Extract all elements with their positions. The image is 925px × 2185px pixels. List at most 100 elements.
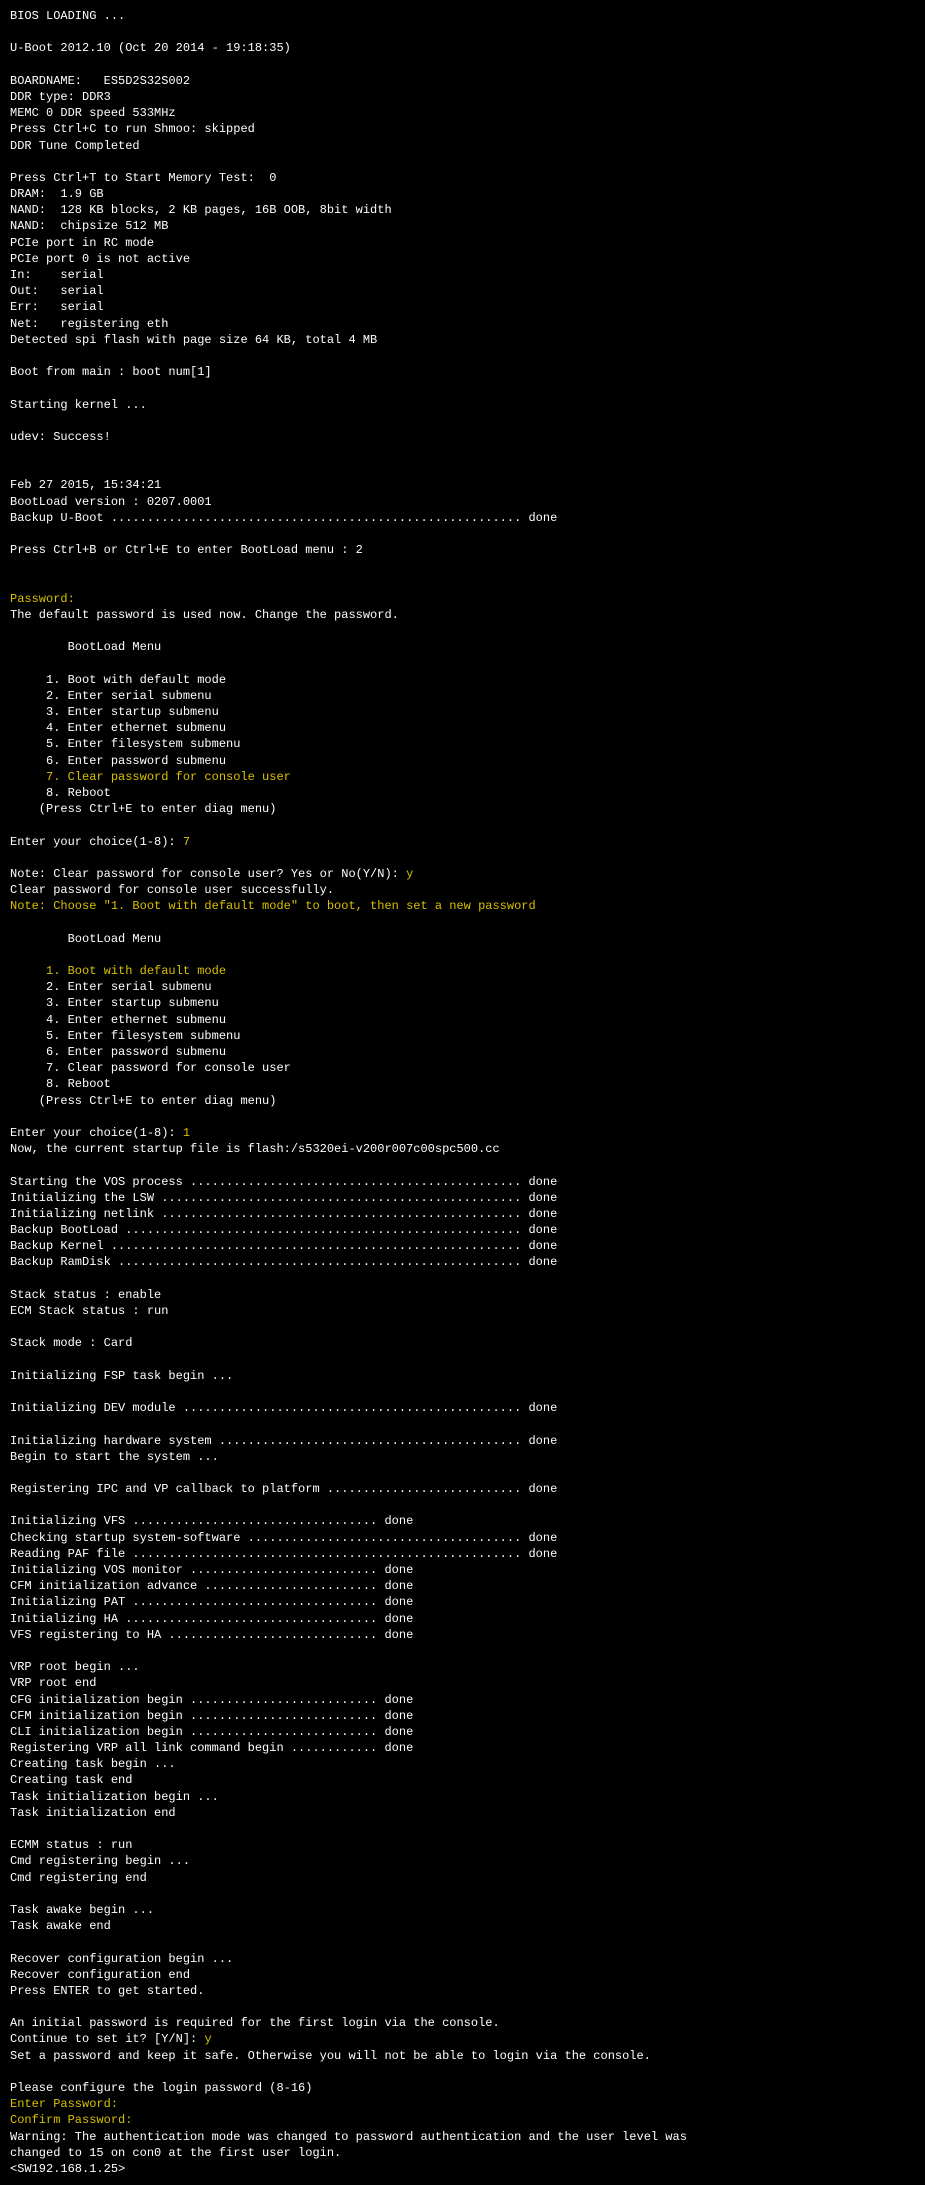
terminal-line: Initializing VFS .......................… xyxy=(10,1514,413,1528)
terminal-line: Clear password for console user successf… xyxy=(10,883,334,897)
terminal-line: Boot from main : boot num[1] xyxy=(10,365,212,379)
terminal-line: 5. Enter filesystem submenu xyxy=(10,1029,240,1043)
terminal-line: CLI initialization begin ...............… xyxy=(10,1725,413,1739)
terminal-line: PCIe port 0 is not active xyxy=(10,252,190,266)
terminal-line: Recover configuration end xyxy=(10,1968,190,1982)
terminal-line: Out: serial xyxy=(10,284,104,298)
terminal-span: y xyxy=(204,2032,211,2046)
terminal-line: 2. Enter serial submenu xyxy=(10,689,212,703)
terminal-line: Cmd registering begin ... xyxy=(10,1854,190,1868)
terminal-line: Set a password and keep it safe. Otherwi… xyxy=(10,2049,651,2063)
terminal-line: Backup RamDisk .........................… xyxy=(10,1255,557,1269)
terminal-span: 7 xyxy=(183,835,190,849)
terminal-line: Press Ctrl+C to run Shmoo: skipped xyxy=(10,122,255,136)
terminal-span: Note: Clear password for console user? Y… xyxy=(10,867,406,881)
terminal-line: Warning: The authentication mode was cha… xyxy=(10,2130,687,2144)
terminal-line: 5. Enter filesystem submenu xyxy=(10,737,240,751)
terminal-line: Err: serial xyxy=(10,300,104,314)
terminal-line: VRP root begin ... xyxy=(10,1660,140,1674)
terminal-line: Stack status : enable xyxy=(10,1288,161,1302)
terminal-line: Begin to start the system ... xyxy=(10,1450,219,1464)
terminal-line: 3. Enter startup submenu xyxy=(10,996,219,1010)
terminal-line: Feb 27 2015, 15:34:21 xyxy=(10,478,161,492)
terminal-line: Enter Password: xyxy=(10,2097,118,2111)
terminal-line: MEMC 0 DDR speed 533MHz xyxy=(10,106,176,120)
terminal-line: Initializing hardware system ...........… xyxy=(10,1434,557,1448)
terminal-line: Recover configuration begin ... xyxy=(10,1952,233,1966)
terminal-line: <SW192.168.1.25> xyxy=(10,2162,125,2176)
terminal-line: Press Ctrl+T to Start Memory Test: 0 xyxy=(10,171,276,185)
terminal-line: changed to 15 on con0 at the first user … xyxy=(10,2146,341,2160)
terminal-line: Reading PAF file .......................… xyxy=(10,1547,557,1561)
terminal-line: BootLoad version : 0207.0001 xyxy=(10,495,212,509)
terminal-line: (Press Ctrl+E to enter diag menu) xyxy=(10,1094,276,1108)
terminal-line: Creating task begin ... xyxy=(10,1757,176,1771)
terminal-line: DRAM: 1.9 GB xyxy=(10,187,104,201)
terminal-line: 3. Enter startup submenu xyxy=(10,705,219,719)
terminal-line: U-Boot 2012.10 (Oct 20 2014 - 19:18:35) xyxy=(10,41,291,55)
terminal-line: Confirm Password: xyxy=(10,2113,132,2127)
terminal-line: ECM Stack status : run xyxy=(10,1304,168,1318)
terminal-line: Registering VRP all link command begin .… xyxy=(10,1741,413,1755)
terminal-line: Initializing the LSW ...................… xyxy=(10,1191,557,1205)
terminal-line: PCIe port in RC mode xyxy=(10,236,154,250)
terminal-line: Detected spi flash with page size 64 KB,… xyxy=(10,333,377,347)
terminal-line: Net: registering eth xyxy=(10,317,168,331)
terminal-line: BOARDNAME: ES5D2S32S002 xyxy=(10,74,190,88)
terminal-line: (Press Ctrl+E to enter diag menu) xyxy=(10,802,276,816)
terminal-line: DDR type: DDR3 xyxy=(10,90,111,104)
terminal-line: DDR Tune Completed xyxy=(10,139,140,153)
terminal-line: Task awake end xyxy=(10,1919,111,1933)
terminal-line: Press ENTER to get started. xyxy=(10,1984,204,1998)
terminal-line: CFM initialization begin ...............… xyxy=(10,1709,413,1723)
terminal-line: Initializing HA ........................… xyxy=(10,1612,413,1626)
terminal-line: udev: Success! xyxy=(10,430,111,444)
terminal-line: 8. Reboot xyxy=(10,1077,111,1091)
terminal-line: Starting the VOS process ...............… xyxy=(10,1175,557,1189)
terminal-line: Task initialization begin ... xyxy=(10,1790,219,1804)
terminal-line: ECMM status : run xyxy=(10,1838,132,1852)
terminal-line: 2. Enter serial submenu xyxy=(10,980,212,994)
terminal-line: NAND: chipsize 512 MB xyxy=(10,219,168,233)
terminal-span: 1 xyxy=(183,1126,190,1140)
terminal-line: Backup Kernel ..........................… xyxy=(10,1239,557,1253)
terminal-line: Now, the current startup file is flash:/… xyxy=(10,1142,500,1156)
terminal-span: Enter your choice(1-8): xyxy=(10,835,183,849)
terminal-span: Enter your choice(1-8): xyxy=(10,1126,183,1140)
terminal-line: 4. Enter ethernet submenu xyxy=(10,721,226,735)
terminal-output: BIOS LOADING ... U-Boot 2012.10 (Oct 20 … xyxy=(0,0,925,2185)
terminal-line: Please configure the login password (8-1… xyxy=(10,2081,312,2095)
terminal-line: Initializing FSP task begin ... xyxy=(10,1369,233,1383)
terminal-line: Starting kernel ... xyxy=(10,398,147,412)
terminal-line: CFM initialization advance .............… xyxy=(10,1579,413,1593)
terminal-line: BIOS LOADING ... xyxy=(10,9,125,23)
terminal-line: Creating task end xyxy=(10,1773,132,1787)
terminal-line: Password: xyxy=(10,592,75,606)
terminal-line: Checking startup system-software .......… xyxy=(10,1531,557,1545)
terminal-line: 8. Reboot xyxy=(10,786,111,800)
terminal-line: Backup BootLoad ........................… xyxy=(10,1223,557,1237)
terminal-line: Stack mode : Card xyxy=(10,1336,132,1350)
terminal-line: 7. Clear password for console user xyxy=(10,770,291,784)
terminal-line: 6. Enter password submenu xyxy=(10,1045,226,1059)
terminal-span: y xyxy=(406,867,413,881)
terminal-line: The default password is used now. Change… xyxy=(10,608,399,622)
terminal-line: Task initialization end xyxy=(10,1806,176,1820)
terminal-line: 1. Boot with default mode xyxy=(10,673,226,687)
terminal-line: VFS registering to HA ..................… xyxy=(10,1628,413,1642)
terminal-line: In: serial xyxy=(10,268,104,282)
terminal-line: Backup U-Boot ..........................… xyxy=(10,511,557,525)
terminal-line: Initializing DEV module ................… xyxy=(10,1401,557,1415)
terminal-line: Initializing PAT .......................… xyxy=(10,1595,413,1609)
terminal-line: NAND: 128 KB blocks, 2 KB pages, 16B OOB… xyxy=(10,203,392,217)
terminal-line: Press Ctrl+B or Ctrl+E to enter BootLoad… xyxy=(10,543,363,557)
terminal-line: 7. Clear password for console user xyxy=(10,1061,291,1075)
terminal-line: An initial password is required for the … xyxy=(10,2016,500,2030)
terminal-span: Continue to set it? [Y/N]: xyxy=(10,2032,204,2046)
terminal-line: Task awake begin ... xyxy=(10,1903,154,1917)
terminal-line: Initializing VOS monitor ...............… xyxy=(10,1563,413,1577)
terminal-line: CFG initialization begin ...............… xyxy=(10,1693,413,1707)
terminal-line: BootLoad Menu xyxy=(10,640,161,654)
terminal-line: VRP root end xyxy=(10,1676,96,1690)
terminal-line: Initializing netlink ...................… xyxy=(10,1207,557,1221)
